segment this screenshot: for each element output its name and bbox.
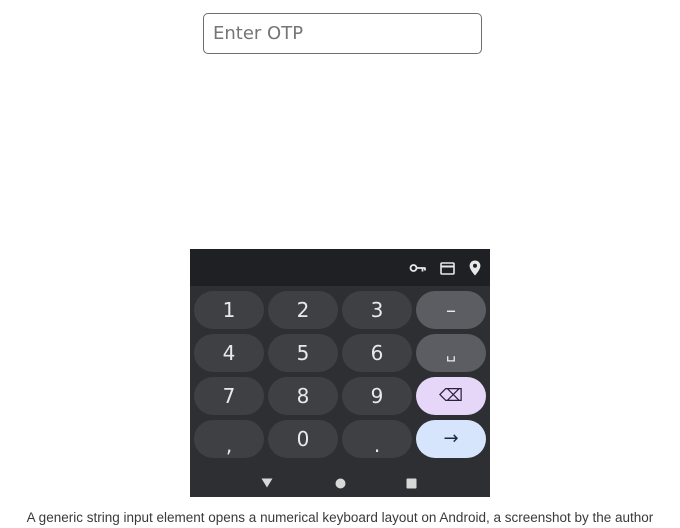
- key-minus[interactable]: –: [416, 291, 486, 329]
- figure-caption: A generic string input element opens a n…: [26, 510, 654, 525]
- keyboard-suggestion-bar: [190, 249, 490, 286]
- arrow-right-icon: →: [443, 428, 459, 449]
- key-comma[interactable]: ,: [194, 420, 264, 458]
- key-2[interactable]: 2: [268, 291, 338, 329]
- key-icon[interactable]: [408, 258, 428, 278]
- key-8[interactable]: 8: [268, 377, 338, 415]
- recents-icon[interactable]: [403, 475, 419, 491]
- key-3[interactable]: 3: [342, 291, 412, 329]
- key-0[interactable]: 0: [268, 420, 338, 458]
- enter-key[interactable]: →: [416, 420, 486, 458]
- back-icon[interactable]: [259, 475, 275, 491]
- home-icon[interactable]: [332, 475, 348, 491]
- key-7[interactable]: 7: [194, 377, 264, 415]
- credit-card-icon[interactable]: [437, 258, 457, 278]
- otp-input[interactable]: [203, 13, 482, 54]
- key-period[interactable]: .: [342, 420, 412, 458]
- numeric-keyboard: 1 2 3 – 4 5 6 ␣ 7 8 9 ⌫ , 0 . →: [190, 249, 490, 497]
- location-pin-icon[interactable]: [465, 258, 485, 278]
- android-nav-bar: [190, 471, 490, 497]
- key-space[interactable]: ␣: [416, 334, 486, 372]
- backspace-icon: ⌫: [438, 385, 464, 406]
- key-5[interactable]: 5: [268, 334, 338, 372]
- backspace-key[interactable]: ⌫: [416, 377, 486, 415]
- key-9[interactable]: 9: [342, 377, 412, 415]
- key-1[interactable]: 1: [194, 291, 264, 329]
- key-4[interactable]: 4: [194, 334, 264, 372]
- key-6[interactable]: 6: [342, 334, 412, 372]
